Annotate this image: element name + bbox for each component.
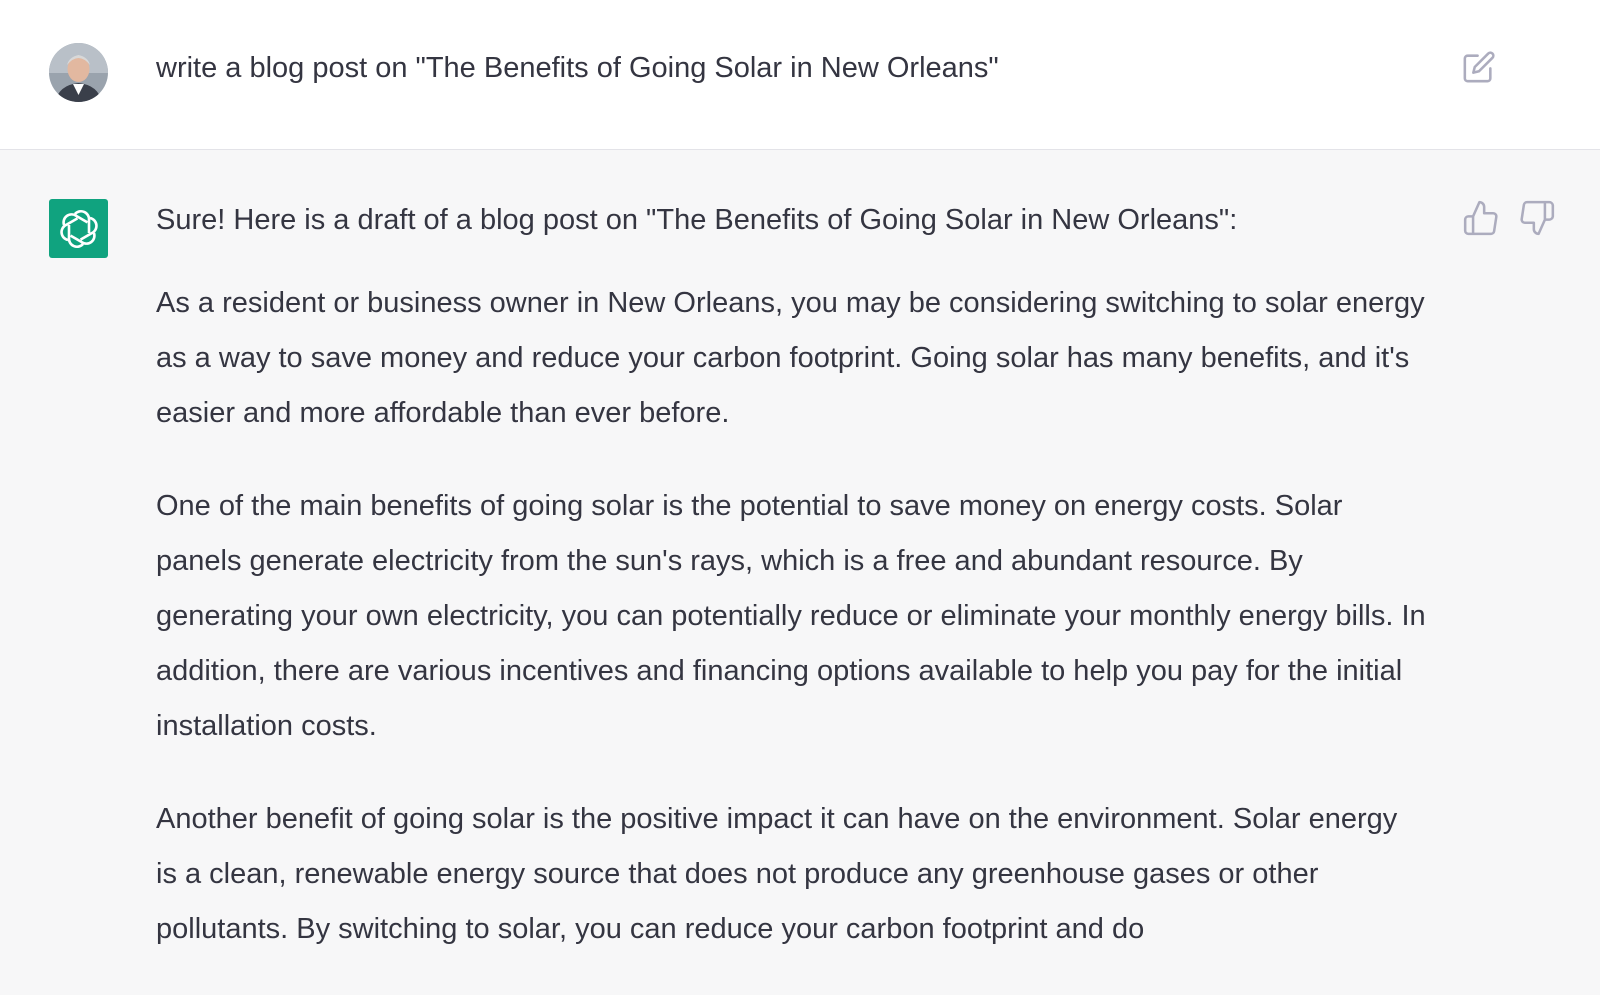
- assistant-intro: Sure! Here is a draft of a blog post on …: [156, 204, 1238, 236]
- assistant-message-row: Sure! Here is a draft of a blog post on …: [0, 151, 1600, 960]
- assistant-paragraph: Another benefit of going solar is the po…: [156, 803, 1398, 945]
- user-message-text: write a blog post on "The Benefits of Go…: [156, 52, 999, 84]
- user-message-row: write a blog post on "The Benefits of Go…: [0, 0, 1600, 150]
- edit-icon[interactable]: [1462, 50, 1496, 84]
- openai-logo-icon: [49, 199, 108, 258]
- assistant-message-content: Sure! Here is a draft of a blog post on …: [156, 201, 1426, 995]
- thumbs-down-icon[interactable]: [1518, 199, 1556, 237]
- assistant-paragraph: One of the main benefits of going solar …: [156, 490, 1426, 742]
- assistant-paragraph: As a resident or business owner in New O…: [156, 287, 1425, 429]
- thumbs-up-icon[interactable]: [1462, 199, 1500, 237]
- user-avatar: [49, 43, 108, 102]
